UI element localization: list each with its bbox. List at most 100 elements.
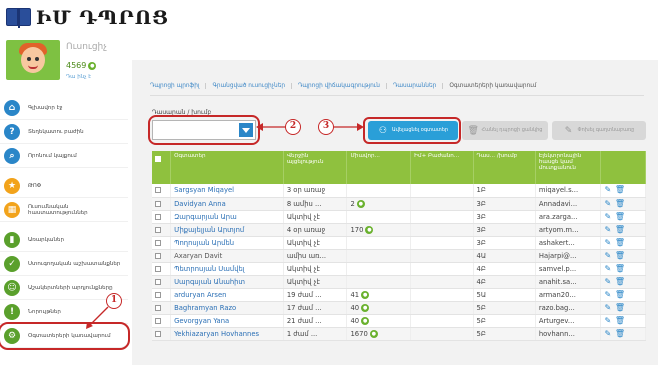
gear-icon: ⚙ [4,327,20,344]
row-checkbox[interactable] [152,184,172,198]
sidebar-item-search[interactable]: ⌕ Որոնում կայքում [0,144,128,168]
sidebar-item-building[interactable]: ▦ Ուսումնական հաստատություններ [0,198,128,222]
table-row[interactable]: Պետրոսյան Սամվել Ակտիվ չէ 4Բ samvel.p... ✎ 🗑 [152,262,647,276]
class-select[interactable] [152,120,256,140]
user-name-link[interactable]: Միքայելյան Արտյոմ [170,223,284,237]
edit-icon[interactable]: ✎ [604,329,612,338]
class-cell: 4Բ [473,275,536,289]
table-row[interactable]: Baghramyan Razo 17 ժամ ... 40 ● 5Բ razo.bag..… [152,301,647,315]
col-user[interactable]: Օգտատեր [170,151,284,184]
trash-icon[interactable]: 🗑 [615,251,625,260]
row-checkbox[interactable] [152,249,172,263]
site-logo[interactable]: ԻՄ ԴՊՐՈՑ [6,6,169,30]
user-name-link[interactable]: Baghramyan Razo [170,301,284,315]
tab-2[interactable]: Դպրոցի վիճակագրություն [292,82,387,89]
row-checkbox[interactable] [152,288,172,302]
what-is-link[interactable]: Դա ինչ է [66,74,91,80]
points-cell [346,210,412,224]
col-last-visit[interactable]: Վերջին այցելություն [283,151,348,184]
col-class[interactable]: Դաս... /խումբ [473,151,536,184]
user-name-link[interactable]: Yekhiazaryan Hovhannes [170,327,284,341]
trash-icon[interactable]: 🗑 [615,303,625,312]
sidebar-item-books[interactable]: ▮ Առարկաներ [0,228,128,252]
row-checkbox[interactable] [152,236,172,250]
trash-icon[interactable]: 🗑 [615,199,625,208]
class-cell: 3Բ [473,197,536,211]
sidebar-item-star[interactable]: ★ ԹՈՓ [0,174,128,198]
sidebar-item-label: Ստուգողական աշխատանքներ [28,260,121,267]
avatar[interactable] [6,40,60,80]
tab-1[interactable]: Գրանցված ուսուցիչներ [206,82,293,89]
user-name-link[interactable]: Gevorgyan Yana [170,314,284,328]
row-checkbox[interactable] [152,314,172,328]
table-row[interactable]: arduryan Arsen 19 ժամ ... 41 ● 5Ա arman20... ✎… [152,288,647,302]
row-actions: ✎ 🗑 [600,197,647,211]
edit-icon[interactable]: ✎ [604,316,612,325]
chevron-down-icon[interactable] [239,123,253,137]
table-row[interactable]: Միքայելյան Արտյոմ 4 օր առաջ 170 ● 3Բ artyom.m… [152,223,647,237]
col-points[interactable]: Միավոր... [346,151,412,184]
trash-icon[interactable]: 🗑 [615,316,625,325]
remove-from-school-button[interactable]: 🗑 Հանել դպրոցի ցանկից [462,121,548,140]
row-checkbox[interactable] [152,275,172,289]
row-checkbox[interactable] [152,327,172,341]
edit-icon[interactable]: ✎ [604,290,612,299]
table-row[interactable]: Sargsyan Miqayel 3 օր առաջ 1Բ miqayel.s... ✎… [152,184,647,198]
table-row[interactable]: Gevorgyan Yana 21 ժամ ... 40 ● 5Բ Arturgev...… [152,314,647,328]
table-row[interactable]: Davidyan Anna 8 ամիս ... 2 ● 3Բ Annadavi... ✎ 🗑 [152,197,647,211]
edit-icon[interactable]: ✎ [604,238,612,247]
sidebar-item-house[interactable]: ⌂ Գլխավոր էջ [0,96,128,120]
class-cell: 4Բ [473,262,536,276]
edit-icon[interactable]: ✎ [604,199,612,208]
edit-icon[interactable]: ✎ [604,212,612,221]
edit-icon[interactable]: ✎ [604,277,612,286]
edit-icon[interactable]: ✎ [604,186,612,194]
table-row[interactable]: Axaryan Davit ամիս առ... 4Ա Hajarpi@... ✎ 🗑 [152,249,647,263]
points-cell: 40 ● [346,314,412,328]
edit-icon[interactable]: ✎ [604,251,612,260]
last-visit: 4 օր առաջ [283,223,348,237]
table-row[interactable]: Զարգարյան Արա Ակտիվ չէ 3Բ ara.zarga... ✎ 🗑 [152,210,647,224]
table-row[interactable]: Yekhiazaryan Hovhannes 1 ժամ ... 1670 ● 5Բ ho… [152,327,647,341]
tab-0[interactable]: Դպրոցի պրոֆիլ [150,82,207,89]
building-icon: ▦ [4,201,20,218]
edit-icon[interactable]: ✎ [604,225,612,234]
trash-icon[interactable]: 🗑 [615,186,625,194]
user-name-link[interactable]: Axaryan Davit [170,249,284,263]
row-checkbox[interactable] [152,210,172,224]
sidebar-item-check[interactable]: ✓ Ստուգողական աշխատանքներ [0,252,128,276]
row-checkbox[interactable] [152,223,172,237]
coin-icon: ● [356,199,365,208]
trash-icon[interactable]: 🗑 [615,225,625,234]
change-password-button[interactable]: ✎ Փոխել գաղտնաբառը [552,121,646,140]
table-row[interactable]: Պողոսյան Արմեն Ակտիվ չէ 3Բ ashakert... ✎ 🗑 [152,236,647,250]
sidebar-item-question[interactable]: ? Տեղեկատու բաժին [0,120,128,144]
user-name-link[interactable]: Սարգսյան Անահիտ [170,275,284,289]
row-checkbox[interactable] [152,301,172,315]
trash-icon[interactable]: 🗑 [615,212,625,221]
tab-3[interactable]: Դասարաններ [387,82,444,89]
trash-icon[interactable]: 🗑 [615,238,625,247]
user-name-link[interactable]: Davidyan Anna [170,197,284,211]
select-all-checkbox[interactable] [152,151,172,184]
user-name-link[interactable]: arduryan Arsen [170,288,284,302]
trash-icon[interactable]: 🗑 [615,264,625,273]
edit-icon[interactable]: ✎ [604,264,612,273]
trash-icon[interactable]: 🗑 [615,329,625,338]
col-email[interactable]: Էլեկտրոնային հասցե կամ մուտքանուն [535,151,601,184]
trash-icon[interactable]: 🗑 [615,277,625,286]
user-name-link[interactable]: Պետրոսյան Սամվել [170,262,284,276]
table-row[interactable]: Սարգսյան Անահիտ Ակտիվ չէ 4Բ anahit.sa... ✎ 🗑 [152,275,647,289]
sidebar-item-label: Նորույթներ [28,308,61,315]
user-name-link[interactable]: Զարգարյան Արա [170,210,284,224]
user-name-link[interactable]: Պողոսյան Արմեն [170,236,284,250]
tab-4[interactable]: Օգտատերերի կառավարում [443,83,542,89]
col-subscription[interactable]: Իմ+ Բաժանո... [410,151,474,184]
add-students-button[interactable]: ⚇ Ավելացնել օգտատեր [368,121,458,140]
trash-icon[interactable]: 🗑 [615,290,625,299]
user-name-link[interactable]: Sargsyan Miqayel [170,184,284,198]
row-checkbox[interactable] [152,262,172,276]
star-icon: ★ [4,177,20,194]
row-checkbox[interactable] [152,197,172,211]
edit-icon[interactable]: ✎ [604,303,612,312]
